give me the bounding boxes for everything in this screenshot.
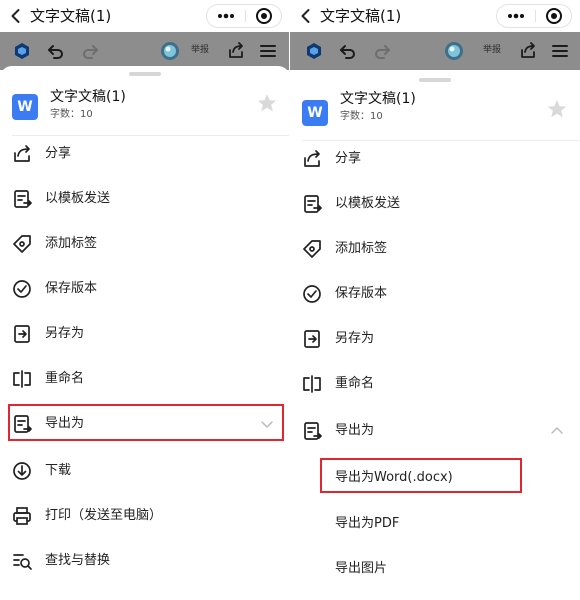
- menu-hamburger-icon[interactable]: [258, 41, 278, 61]
- check-circle-icon: [301, 283, 323, 305]
- document-name: 文字文稿(1): [340, 91, 416, 107]
- find-replace-icon: [11, 550, 33, 572]
- menu-item-label: 重命名: [45, 371, 85, 386]
- menu-item-label: 分享: [45, 146, 72, 161]
- redo-icon[interactable]: [80, 41, 100, 61]
- menu-item-save-version[interactable]: 保存版本: [290, 272, 580, 316]
- share-icon: [11, 143, 33, 165]
- menu-item-label: 以模板发送: [45, 191, 111, 206]
- export-highlight-box: [8, 404, 284, 441]
- undo-icon[interactable]: [46, 41, 66, 61]
- sheet-handle[interactable]: [419, 78, 451, 82]
- title-bar: 文字文稿(1): [0, 0, 290, 32]
- menu-item-label: 下载: [45, 463, 72, 478]
- avatar-icon[interactable]: [160, 41, 180, 61]
- menu-item-label: 添加标签: [335, 241, 388, 256]
- menu-item-label: 查找与替换: [45, 553, 111, 568]
- export-word-highlight-box: [320, 458, 522, 493]
- word-count: 字数：10: [50, 109, 93, 120]
- more-dots-icon[interactable]: [497, 5, 535, 27]
- title-bar: 文字文稿(1): [290, 0, 580, 32]
- download-icon: [11, 460, 33, 482]
- document-toolbar: 举报: [0, 32, 290, 70]
- page-title: 文字文稿(1): [320, 7, 402, 25]
- app-logo-icon[interactable]: [12, 41, 32, 61]
- right-screenshot-panel: 文字文稿(1) 举报 W 文字文稿(1) 字数：10 分享 以模板发送 添加标签…: [290, 0, 580, 600]
- check-circle-icon: [11, 278, 33, 300]
- menu-item-label: 打印（发送至电脑）: [45, 508, 163, 523]
- page-title: 文字文稿(1): [30, 7, 112, 25]
- share-icon[interactable]: [226, 41, 246, 61]
- share-icon[interactable]: [518, 41, 538, 61]
- close-target-icon[interactable]: [246, 5, 282, 27]
- menu-item-rename[interactable]: 重命名: [290, 362, 580, 406]
- redo-icon[interactable]: [372, 41, 392, 61]
- left-screenshot-panel: 文字文稿(1) 举报 W 文字文稿(1) 字数：10 分享 以模板发送 添加标签…: [0, 0, 290, 600]
- menu-item-rename[interactable]: 重命名: [0, 357, 290, 401]
- menu-item-label: 保存版本: [335, 286, 388, 301]
- tag-icon: [301, 238, 323, 260]
- word-logo-icon: W: [302, 100, 328, 126]
- star-icon[interactable]: [256, 92, 278, 114]
- sheet-handle[interactable]: [129, 72, 161, 76]
- share-icon: [301, 148, 323, 170]
- menu-item-label: 导出为: [335, 423, 375, 438]
- tag-icon: [11, 233, 33, 255]
- action-sheet: W 文字文稿(1) 字数：10 分享 以模板发送 添加标签 保存版本 另存为 重…: [290, 72, 580, 600]
- menu-item-share[interactable]: 分享: [290, 137, 580, 181]
- menu-item-label: 另存为: [335, 331, 375, 346]
- report-label[interactable]: 举报: [191, 43, 209, 57]
- report-label[interactable]: 举报: [483, 43, 501, 57]
- template-send-icon: [11, 188, 33, 210]
- menu-hamburger-icon[interactable]: [550, 41, 570, 61]
- word-count: 字数：10: [340, 111, 383, 122]
- menu-item-label: 重命名: [335, 376, 375, 391]
- submenu-item-label: 导出图片: [335, 561, 388, 576]
- app-logo-icon[interactable]: [304, 41, 324, 61]
- menu-item-print[interactable]: 打印（发送至电脑）: [0, 494, 290, 538]
- save-as-icon: [301, 328, 323, 350]
- document-name: 文字文稿(1): [50, 89, 126, 105]
- action-sheet: W 文字文稿(1) 字数：10 分享 以模板发送 添加标签 保存版本 另存为 重…: [0, 66, 290, 600]
- chevron-up-icon: [550, 425, 564, 437]
- menu-item-label: 分享: [335, 151, 362, 166]
- undo-icon[interactable]: [338, 41, 358, 61]
- menu-item-template-send[interactable]: 以模板发送: [0, 177, 290, 221]
- submenu-item-label: 导出为PDF: [335, 516, 400, 531]
- menu-item-save-version[interactable]: 保存版本: [0, 267, 290, 311]
- submenu-item-export-pdf[interactable]: 导出为PDF: [290, 504, 580, 544]
- menu-item-download[interactable]: 下载: [0, 449, 290, 493]
- menu-item-label: 以模板发送: [335, 196, 401, 211]
- print-icon: [11, 505, 33, 527]
- menu-item-find-replace[interactable]: 查找与替换: [0, 539, 290, 583]
- more-dots-icon[interactable]: [207, 5, 245, 27]
- mini-program-capsule: [496, 4, 572, 28]
- back-arrow-icon[interactable]: [296, 6, 316, 26]
- document-toolbar: 举报: [290, 32, 580, 70]
- menu-item-share[interactable]: 分享: [0, 132, 290, 176]
- menu-item-export[interactable]: 导出为: [290, 409, 580, 453]
- rename-icon: [11, 368, 33, 390]
- rename-icon: [301, 373, 323, 395]
- avatar-icon[interactable]: [444, 41, 464, 61]
- mini-program-capsule: [206, 4, 282, 28]
- export-icon: [301, 420, 323, 442]
- menu-item-template-send[interactable]: 以模板发送: [290, 182, 580, 226]
- save-as-icon: [11, 323, 33, 345]
- close-target-icon[interactable]: [536, 5, 572, 27]
- menu-item-label: 保存版本: [45, 281, 98, 296]
- document-header: W 文字文稿(1) 字数：10: [290, 88, 580, 132]
- menu-item-save-as[interactable]: 另存为: [290, 317, 580, 361]
- back-arrow-icon[interactable]: [6, 6, 26, 26]
- menu-item-add-tag[interactable]: 添加标签: [290, 227, 580, 271]
- menu-item-save-as[interactable]: 另存为: [0, 312, 290, 356]
- star-icon[interactable]: [546, 98, 568, 120]
- template-send-icon: [301, 193, 323, 215]
- document-header: W 文字文稿(1) 字数：10: [0, 86, 290, 130]
- submenu-item-export-image[interactable]: 导出图片: [290, 549, 580, 589]
- menu-item-add-tag[interactable]: 添加标签: [0, 222, 290, 266]
- menu-item-label: 另存为: [45, 326, 85, 341]
- menu-item-label: 添加标签: [45, 236, 98, 251]
- word-logo-icon: W: [12, 94, 38, 120]
